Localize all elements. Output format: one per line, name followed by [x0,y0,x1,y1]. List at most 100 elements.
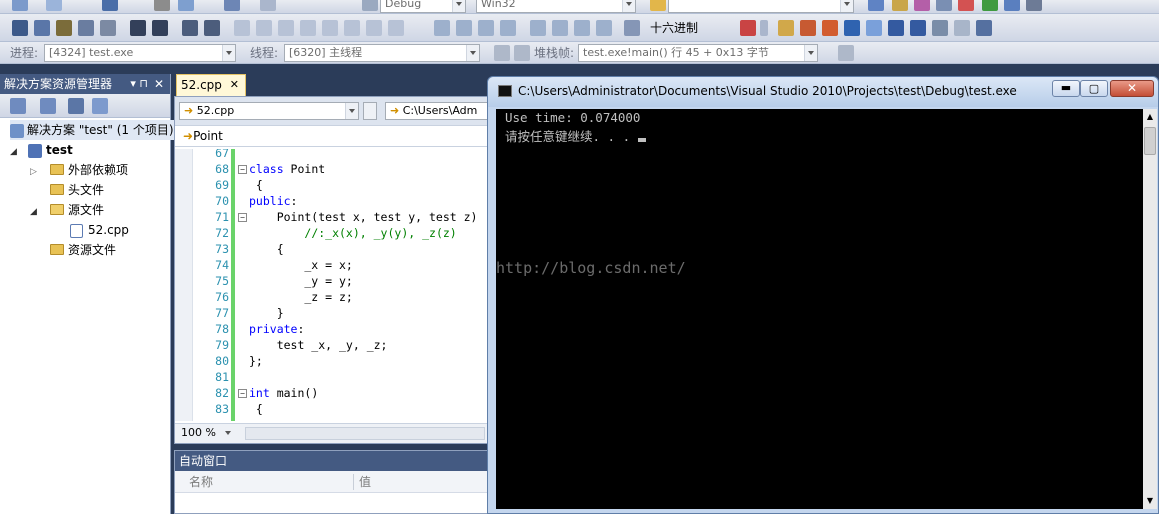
call-hierarchy-icon[interactable] [822,20,838,36]
navigate-icon[interactable] [866,20,882,36]
solution-platform-dropdown[interactable]: Win32 [476,0,636,13]
collapse-toggle-icon[interactable]: − [238,213,247,222]
bookmark-folder-prev-icon[interactable] [300,20,316,36]
step-into-icon[interactable] [552,20,568,36]
solution-config-dropdown[interactable]: Debug [380,0,466,13]
scroll-down-icon[interactable]: ▼ [1143,493,1157,509]
bookmarks-window-icon[interactable] [366,20,382,36]
toolbox-icon[interactable] [936,0,952,11]
editor-tab[interactable]: 52.cpp ✕ [176,74,246,96]
close-button[interactable]: ✕ [1110,80,1154,97]
pause-icon[interactable] [456,20,472,36]
tree-item-resource-files[interactable]: 资源文件 [50,240,116,260]
upload-icon[interactable] [932,20,948,36]
add-item-icon[interactable] [46,0,62,11]
bookmark-prev-icon[interactable] [256,20,272,36]
stack-frame-dropdown[interactable]: test.exe!main() 行 45 + 0x13 字节 [578,44,818,62]
format-icon[interactable] [12,20,28,36]
increase-indent-icon[interactable] [152,20,168,36]
extension-icon[interactable] [1004,0,1020,11]
new-project-icon[interactable] [12,0,28,11]
find-in-files-icon[interactable] [650,0,666,11]
find-combo[interactable] [668,0,854,13]
spell-check-icon[interactable] [954,20,970,36]
col-name-header[interactable]: 名称 [189,471,213,493]
code-area[interactable]: 67 68− class Point 69 {70 public: 71− Point(t… [175,149,489,421]
thread-switch-icon[interactable] [838,45,854,61]
bookmark-icon[interactable] [234,20,250,36]
solution-node[interactable]: 解决方案 "test" (1 个项目) [10,120,178,140]
image-watch-icon[interactable] [778,20,794,36]
bookmark-folder-next-icon[interactable] [322,20,338,36]
col-value-header[interactable]: 值 [359,471,371,493]
collapse-arrow-icon[interactable]: ◢ [10,142,24,162]
collapse-toggle-icon[interactable]: − [238,165,247,174]
decrease-indent-icon[interactable] [130,20,146,36]
object-browser-icon[interactable] [914,0,930,11]
cut-icon[interactable] [154,0,170,11]
bookmark-next-icon[interactable] [278,20,294,36]
step-out-icon[interactable] [596,20,612,36]
tree-item-52cpp[interactable]: 52.cpp [70,220,129,240]
undo-icon[interactable] [224,0,240,11]
back-icon[interactable] [888,20,904,36]
tree-item-external-deps[interactable]: ▷ 外部依赖项 [30,160,128,180]
pin-icon[interactable]: ▾ ⊓ [130,74,148,94]
column-divider[interactable] [353,474,354,490]
dropdown-arrow-icon[interactable] [760,20,768,36]
properties-icon[interactable] [892,0,908,11]
continue-icon[interactable] [434,20,450,36]
close-tab-icon[interactable]: ✕ [230,75,239,95]
breakpoints-window-icon[interactable] [388,20,404,36]
comment-icon[interactable] [182,20,198,36]
class-view-icon[interactable] [800,20,816,36]
start-debug-icon[interactable] [362,0,378,11]
expand-arrow-icon[interactable]: ▷ [30,162,50,182]
tree-item-header-files[interactable]: 头文件 [50,180,104,200]
process-dropdown[interactable]: [4324] test.exe [44,44,236,62]
scroll-up-icon[interactable]: ▲ [1143,109,1157,125]
file-scope-dropdown[interactable]: ➜ 52.cpp [179,102,359,120]
close-icon[interactable]: ✕ [154,74,164,94]
scroll-thumb[interactable] [1144,127,1156,155]
properties-icon[interactable] [68,98,84,114]
tools-icon[interactable] [958,0,974,11]
window-icon[interactable] [976,20,992,36]
uncomment-icon[interactable] [204,20,220,36]
start-page-icon[interactable] [982,0,998,11]
thread-dropdown[interactable]: [6320] 主线程 [284,44,480,62]
solution-explorer-icon[interactable] [868,0,884,11]
console-body[interactable]: Use time: 0.074000 请按任意键继续. . . http://b… [496,109,1143,509]
project-node[interactable]: ◢ test [10,140,73,160]
split-button[interactable] [363,102,377,120]
class-diagram-icon[interactable] [92,98,108,114]
minimize-button[interactable]: ▬ [1052,80,1080,97]
collapse-arrow-icon[interactable]: ◢ [30,202,50,222]
refresh-icon[interactable] [40,98,56,114]
step-over-icon[interactable] [574,20,590,36]
search-icon[interactable] [844,20,860,36]
save-icon[interactable] [102,0,118,11]
breakpoint-window-icon[interactable] [740,20,756,36]
stop-icon[interactable] [478,20,494,36]
member-bar[interactable]: ➜Point [175,125,489,147]
flag-icon[interactable] [514,45,530,61]
window-layout-icon[interactable] [1026,0,1042,11]
quick-info-icon[interactable] [78,20,94,36]
collapse-toggle-icon[interactable]: − [238,389,247,398]
maximize-button[interactable]: ▢ [1080,80,1108,97]
complete-word-icon[interactable] [100,20,116,36]
zoom-dropdown[interactable]: 100 % [177,425,235,443]
redo-icon[interactable] [260,0,276,11]
path-dropdown[interactable]: ➜ C:\Users\Adm [385,102,495,120]
clear-bookmarks-icon[interactable] [344,20,360,36]
console-scrollbar[interactable]: ▲ ▼ [1143,109,1157,509]
forward-icon[interactable] [910,20,926,36]
horizontal-scrollbar[interactable] [245,427,485,440]
tree-item-source-files[interactable]: ◢ 源文件 [30,200,104,220]
copy-icon[interactable] [178,0,194,11]
show-next-statement-icon[interactable] [530,20,546,36]
restart-icon[interactable] [500,20,516,36]
console-titlebar[interactable]: C:\Users\Administrator\Documents\Visual … [488,77,1158,107]
show-all-files-icon[interactable] [10,98,26,114]
